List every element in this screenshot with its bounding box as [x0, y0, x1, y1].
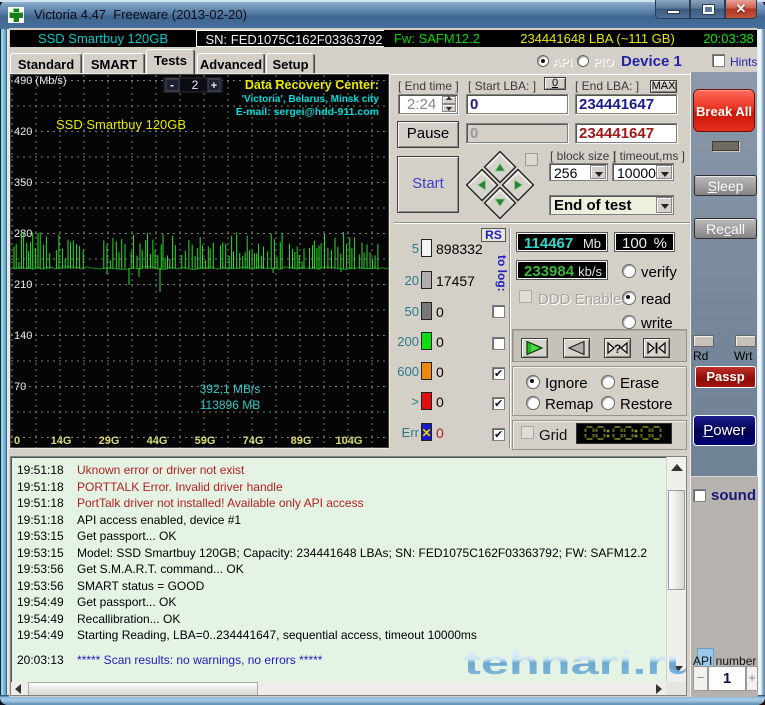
svg-text:14G: 14G [51, 435, 72, 447]
svg-text:44G: 44G [147, 435, 168, 447]
svg-text:113896 MB: 113896 MB [200, 398, 261, 412]
svg-text:'Victoria', Belarus, Minsk cit: 'Victoria', Belarus, Minsk city [242, 94, 380, 105]
svg-text:104G: 104G [336, 435, 363, 447]
svg-text:-: - [170, 78, 174, 92]
svg-text:+: + [211, 80, 217, 92]
svg-text:SSD Smartbuy 120GB: SSD Smartbuy 120GB [56, 117, 186, 132]
svg-text:?: ? [614, 342, 621, 356]
svg-text:59G: 59G [195, 435, 216, 447]
svg-text:392,1 MB/s: 392,1 MB/s [200, 382, 261, 396]
svg-text:70: 70 [14, 381, 26, 393]
svg-text:74G: 74G [243, 435, 264, 447]
svg-text:0: 0 [14, 435, 20, 447]
svg-text:Data Recovery Center:: Data Recovery Center: [245, 78, 379, 92]
svg-text:490 (Mb/s): 490 (Mb/s) [14, 75, 67, 87]
svg-text:420: 420 [14, 126, 32, 138]
svg-text:89G: 89G [291, 435, 312, 447]
svg-text:210: 210 [14, 279, 32, 291]
svg-text:29G: 29G [99, 435, 120, 447]
svg-text:2: 2 [192, 78, 199, 92]
svg-text:350: 350 [14, 177, 32, 189]
svg-text:140: 140 [14, 330, 32, 342]
svg-text:E-mail: sergei@hdd-911.com: E-mail: sergei@hdd-911.com [236, 106, 379, 118]
